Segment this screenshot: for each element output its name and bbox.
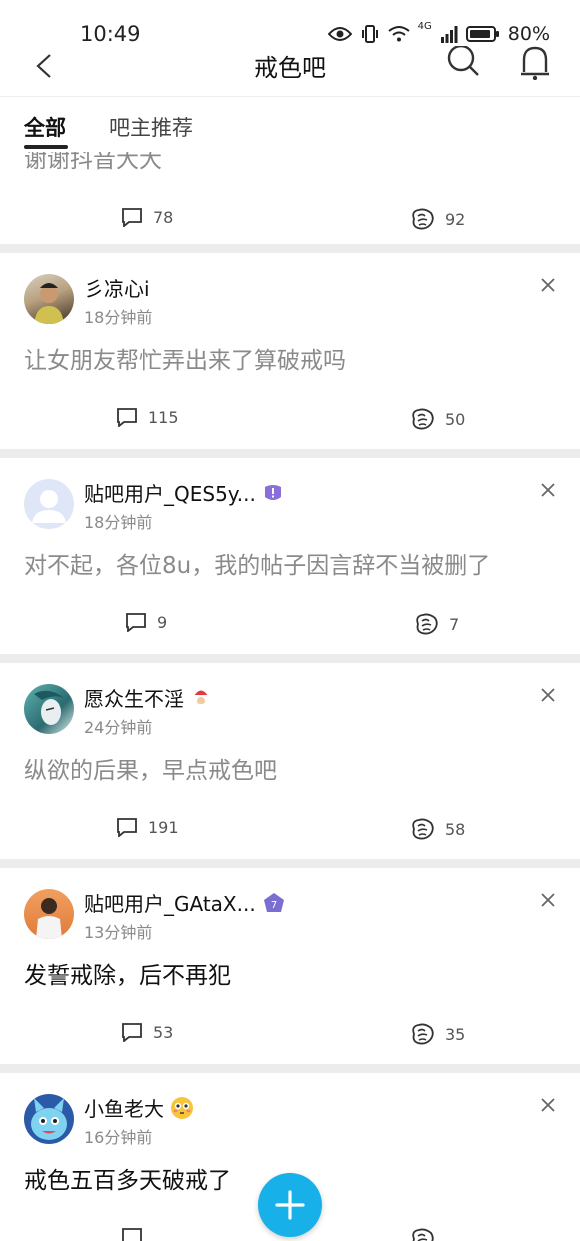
- like-button[interactable]: 50: [409, 407, 465, 431]
- like-icon: [412, 408, 434, 430]
- comment-count: 9: [157, 612, 168, 632]
- like-icon: [412, 818, 434, 840]
- post-title[interactable]: 让女朋友帮忙弄出来了算破戒吗: [24, 341, 346, 375]
- compose-button[interactable]: [258, 1173, 322, 1237]
- svg-text:7: 7: [271, 900, 277, 911]
- top-bar: 10:49 4G 80% 戒色吧: [0, 0, 580, 96]
- comment-icon: [117, 408, 137, 427]
- plus-icon: [275, 1190, 305, 1220]
- comment-count: 191: [148, 817, 179, 837]
- comment-button[interactable]: 115: [116, 407, 179, 427]
- close-icon[interactable]: [540, 482, 556, 498]
- like-button[interactable]: 92: [409, 207, 465, 231]
- tab-moderator-picks[interactable]: 吧主推荐: [109, 112, 193, 142]
- close-icon[interactable]: [540, 277, 556, 293]
- like-button[interactable]: 58: [409, 817, 465, 841]
- comment-icon: [122, 1023, 142, 1042]
- comment-count: 78: [153, 207, 174, 227]
- post-time: 16分钟前: [84, 1128, 153, 1147]
- post-time: 24分钟前: [84, 718, 153, 737]
- like-icon: [416, 613, 438, 635]
- like-count: 58: [445, 819, 466, 839]
- close-icon[interactable]: [540, 687, 556, 703]
- comment-icon: [122, 208, 142, 227]
- post-title[interactable]: 谢谢抖音大大: [24, 152, 162, 174]
- comment-icon: [122, 1228, 142, 1241]
- avatar[interactable]: [24, 274, 74, 324]
- like-count: 50: [445, 409, 466, 429]
- post-title[interactable]: 纵欲的后果，早点戒色吧: [24, 751, 277, 785]
- avatar[interactable]: [24, 889, 74, 939]
- like-icon: [412, 1023, 434, 1045]
- comment-count: 115: [148, 407, 179, 427]
- avatar[interactable]: [24, 684, 74, 734]
- level-badge-icon: [264, 484, 281, 500]
- comment-button[interactable]: 53: [121, 1022, 173, 1042]
- post-time: 18分钟前: [84, 308, 153, 327]
- like-count: 35: [445, 1024, 466, 1044]
- active-tab-indicator: [24, 145, 68, 149]
- post-actions: 115 50: [0, 407, 580, 433]
- like-button[interactable]: 7: [413, 612, 459, 636]
- post-card[interactable]: 彡凉心i 18分钟前 让女朋友帮忙弄出来了算破戒吗 115 50: [0, 253, 580, 449]
- flushed-emoji: [171, 1096, 193, 1119]
- close-icon[interactable]: [540, 892, 556, 908]
- post-actions: 191 58: [0, 817, 580, 843]
- post-card[interactable]: 愿众生不淫 24分钟前 纵欲的后果，早点戒色吧 191 58: [0, 663, 580, 859]
- post-time: 13分钟前: [84, 923, 153, 942]
- post-card[interactable]: 谢谢抖音大大 78 92: [0, 152, 580, 244]
- bell-icon[interactable]: [518, 46, 552, 80]
- network-type: 4G: [417, 20, 432, 32]
- post-actions: 78 92: [0, 207, 580, 233]
- nav-bar: 戒色吧: [0, 40, 580, 96]
- post-actions: 53 35: [0, 1022, 580, 1048]
- comment-button[interactable]: 191: [116, 817, 179, 837]
- comment-button[interactable]: 9: [125, 612, 167, 632]
- tab-all[interactable]: 全部: [24, 112, 66, 142]
- tab-bar: 全部 吧主推荐: [0, 96, 580, 152]
- post-actions: 9 7: [0, 612, 580, 638]
- comment-icon: [117, 818, 137, 837]
- close-icon[interactable]: [540, 1097, 556, 1113]
- like-button[interactable]: 35: [409, 1022, 465, 1046]
- page-title: 戒色吧: [254, 54, 326, 82]
- comment-button[interactable]: [121, 1227, 153, 1241]
- post-card[interactable]: 贴吧用户_QES5y... 18分钟前 对不起，各位8u，我的帖子因言辞不当被删…: [0, 458, 580, 654]
- post-title[interactable]: 对不起，各位8u，我的帖子因言辞不当被删了: [24, 546, 490, 580]
- avatar[interactable]: [24, 1094, 74, 1144]
- comment-icon: [126, 613, 146, 632]
- username[interactable]: 愿众生不淫: [84, 683, 212, 712]
- level-badge-icon: 7: [263, 892, 284, 912]
- username[interactable]: 贴吧用户_GAtaX... 7: [84, 888, 286, 917]
- username[interactable]: 小鱼老大: [84, 1093, 194, 1122]
- santa-emoji: [193, 689, 210, 706]
- like-icon: [412, 208, 434, 230]
- comment-button[interactable]: 78: [121, 207, 173, 227]
- like-count: 7: [449, 614, 460, 634]
- post-title[interactable]: 发誓戒除，后不再犯: [24, 956, 231, 990]
- post-time: 18分钟前: [84, 513, 153, 532]
- search-icon[interactable]: [446, 46, 480, 80]
- post-card[interactable]: 贴吧用户_GAtaX... 7 13分钟前 发誓戒除，后不再犯 53 35: [0, 868, 580, 1064]
- post-title[interactable]: 戒色五百多天破戒了: [24, 1161, 231, 1195]
- username[interactable]: 贴吧用户_QES5y...: [84, 478, 284, 507]
- avatar[interactable]: [24, 479, 74, 529]
- like-count: 92: [445, 209, 466, 229]
- like-button[interactable]: [409, 1227, 445, 1241]
- comment-count: 53: [153, 1022, 174, 1042]
- like-icon: [412, 1228, 434, 1241]
- username[interactable]: 彡凉心i: [84, 273, 150, 302]
